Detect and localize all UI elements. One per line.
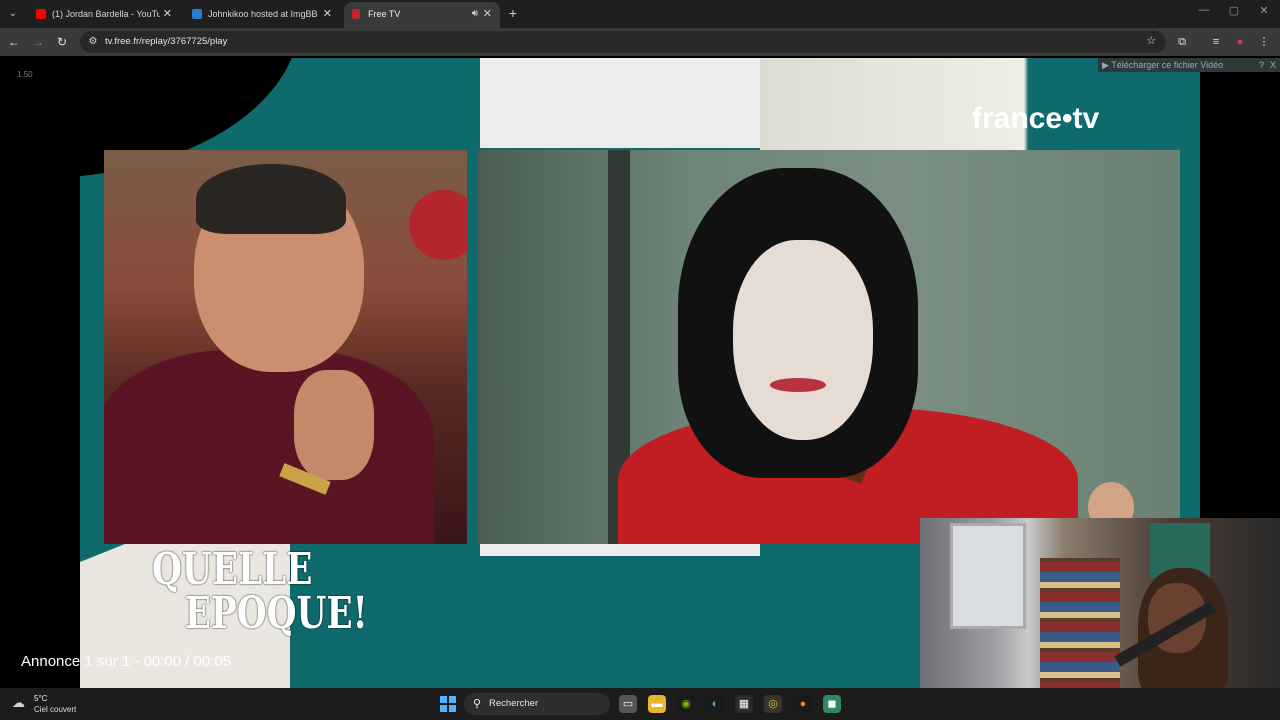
weather-temperature[interactable]: 5°C	[34, 694, 47, 703]
tab-free-tv[interactable]: Free TV 🔊︎ ✕	[344, 2, 500, 28]
guest-body	[104, 350, 434, 544]
help-icon[interactable]: ?	[1259, 58, 1264, 72]
photo-panel	[478, 150, 1180, 544]
weather-description[interactable]: Ciel couvert	[34, 705, 76, 714]
webcam-overlay	[920, 518, 1280, 688]
tab-title: (1) Jordan Bardella - YouTube	[52, 9, 160, 19]
close-icon[interactable]: ✕	[163, 2, 172, 26]
cloud-weather-icon[interactable]: ☁	[12, 696, 30, 710]
nvidia-icon[interactable]: ◉	[677, 695, 695, 713]
firefox-icon[interactable]: ●	[794, 695, 812, 713]
background-panel	[480, 58, 760, 148]
download-video-bar[interactable]: ▶ Télécharger ce fichier Vidéo ? X	[1098, 58, 1280, 72]
playback-speed: 1.50	[17, 70, 33, 79]
forward-arrow-icon[interactable]: →	[30, 34, 46, 50]
reload-icon[interactable]: ↻	[54, 34, 70, 50]
close-icon[interactable]: X	[1270, 58, 1276, 72]
freetv-icon	[352, 9, 360, 19]
tab-title: Johnkikoo hosted at ImgBB —	[208, 9, 318, 19]
bookmark-star-icon[interactable]: ☆	[1146, 34, 1156, 47]
window-close-icon[interactable]: ✕	[1256, 4, 1272, 17]
maximize-icon[interactable]: ▢	[1226, 4, 1242, 17]
ad-counter: Annonce 1 sur 1 - 00:00 / 00:05	[21, 653, 232, 670]
search-icon: ⚲	[473, 698, 482, 710]
webcam-window	[950, 523, 1026, 629]
url-text[interactable]: tv.free.fr/replay/3767725/play	[105, 31, 227, 53]
tab-youtube[interactable]: (1) Jordan Bardella - YouTube ✕	[28, 2, 180, 28]
close-icon[interactable]: ✕	[323, 2, 332, 26]
guest-hand	[294, 370, 374, 480]
search-placeholder: Rechercher	[489, 698, 539, 709]
guest-hair	[196, 164, 346, 234]
show-logo: QUELLE EPOQUE!	[152, 548, 368, 636]
file-explorer-icon[interactable]: ▬	[648, 695, 666, 713]
site-settings-icon[interactable]: ⚙	[86, 35, 100, 49]
taskbar-search[interactable]: ⚲ Rechercher	[464, 693, 610, 715]
new-tab-button[interactable]: +	[504, 4, 522, 22]
france-tv-logo: france•tv	[972, 102, 1100, 135]
download-video-button[interactable]: ▶ Télécharger ce fichier Vidéo	[1102, 58, 1223, 72]
store-icon[interactable]: ▦	[735, 695, 753, 713]
background-strip	[480, 544, 760, 556]
edge-icon[interactable]: ◐	[706, 695, 724, 713]
tab-search-button[interactable]: ⌄	[4, 5, 22, 23]
address-bar[interactable]: ⚙ tv.free.fr/replay/3767725/play ☆	[80, 31, 1166, 53]
chrome-icon[interactable]: ◎	[764, 695, 782, 713]
tab-strip: ⌄ (1) Jordan Bardella - YouTube ✕ Johnki…	[0, 0, 1280, 28]
webcam-shelf	[1040, 558, 1120, 688]
youtube-icon	[36, 9, 46, 19]
menu-kebab-icon[interactable]: ⋮	[1256, 34, 1272, 50]
subject-lips	[770, 378, 826, 392]
media-controls-icon[interactable]: ≡	[1208, 34, 1224, 50]
app-icon[interactable]: ◼	[823, 695, 841, 713]
subject-face	[733, 240, 873, 440]
windows-start-icon[interactable]	[440, 696, 456, 712]
profile-avatar-icon[interactable]: ●	[1232, 34, 1248, 50]
minimize-icon[interactable]: —	[1196, 4, 1212, 16]
browser-toolbar: ← → ↻ ⚙ tv.free.fr/replay/3767725/play ☆…	[0, 28, 1280, 56]
show-logo-line2: EPOQUE!	[184, 588, 368, 639]
tab-title: Free TV	[368, 9, 401, 19]
video-player[interactable]: 1.50 france•tv QUELLE EPOQUE! ▶ Téléchar…	[0, 56, 1280, 688]
imgbb-icon	[192, 9, 202, 19]
task-view-icon[interactable]: ▭	[619, 695, 637, 713]
close-icon[interactable]: ✕	[483, 2, 492, 26]
windows-taskbar: ☁ 5°C Ciel couvert ⚲ Rechercher ▭ ▬ ◉ ◐ …	[0, 688, 1280, 720]
guest-video-panel	[104, 150, 467, 544]
extensions-icon[interactable]: ⧉	[1174, 34, 1190, 50]
back-arrow-icon[interactable]: ←	[6, 34, 22, 50]
speaker-icon[interactable]: 🔊︎	[472, 2, 478, 26]
tab-imgbb[interactable]: Johnkikoo hosted at ImgBB — ✕	[184, 2, 340, 28]
